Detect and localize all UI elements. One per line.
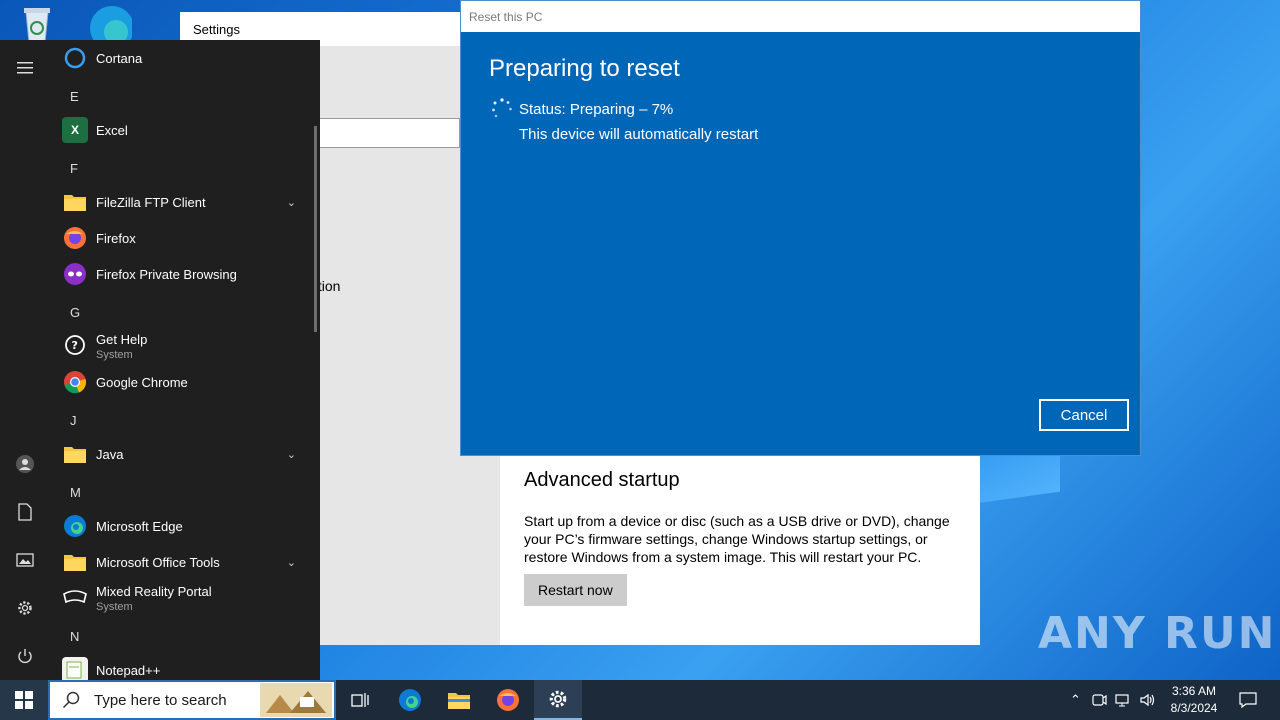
reset-pc-dialog: Reset this PC Preparing to reset Status:…	[460, 0, 1141, 456]
app-label: Excel	[96, 122, 128, 138]
letter-header-f[interactable]: F	[70, 161, 78, 176]
list-item-edge[interactable]: Microsoft Edge	[62, 508, 312, 544]
letter-header-n[interactable]: N	[70, 629, 79, 644]
clock-time: 3:36 AM	[1171, 684, 1217, 698]
list-item-chrome[interactable]: Google Chrome	[62, 364, 312, 400]
app-label: Firefox Private Browsing	[96, 266, 237, 282]
reset-dialog-titlebar[interactable]: Reset this PC	[461, 1, 1140, 32]
notepad-plus-plus-icon	[62, 657, 88, 680]
app-sublabel: System	[96, 348, 133, 361]
list-item-office-tools[interactable]: Microsoft Office Tools ⌄	[62, 544, 312, 580]
recycle-bin-icon[interactable]	[14, 4, 60, 44]
start-menu: Cortana E X Excel F FileZilla FTP Client…	[0, 40, 320, 680]
start-rail	[0, 40, 50, 680]
taskbar-search-box[interactable]: Type here to search	[48, 680, 336, 720]
reset-restart-message: This device will automatically restart	[519, 126, 759, 143]
excel-icon: X	[62, 117, 88, 143]
file-explorer-icon[interactable]	[435, 680, 483, 720]
settings-title: Settings	[193, 21, 240, 37]
app-label: Java	[96, 446, 124, 462]
watermark-text: ANY RUN	[1038, 608, 1277, 659]
mixed-reality-icon	[62, 585, 88, 611]
folder-icon	[62, 441, 88, 467]
task-view-icon[interactable]	[336, 680, 384, 720]
app-label: Google Chrome	[96, 374, 188, 390]
anyrun-watermark: ANY RUN	[1038, 608, 1277, 659]
app-label: Microsoft Office Tools	[96, 554, 220, 570]
volume-icon[interactable]	[1139, 692, 1157, 708]
get-help-icon: ?	[62, 333, 88, 359]
edge-desktop-icon[interactable]	[86, 2, 132, 42]
hamburger-menu-icon[interactable]	[15, 58, 35, 78]
chevron-down-icon[interactable]: ⌄	[287, 196, 296, 209]
start-menu-scrollbar[interactable]	[314, 126, 317, 332]
chrome-icon	[62, 369, 88, 395]
list-item-excel[interactable]: X Excel	[62, 112, 312, 148]
letter-header-g[interactable]: G	[70, 305, 80, 320]
cancel-button[interactable]: Cancel	[1039, 399, 1129, 431]
edge-icon	[62, 513, 88, 539]
app-label: Microsoft Edge	[96, 518, 183, 534]
folder-icon	[62, 189, 88, 215]
app-label: Notepad++	[96, 662, 161, 678]
restart-now-button[interactable]: Restart now	[524, 574, 627, 606]
system-tray: ⌃	[1070, 680, 1157, 720]
cortana-icon	[62, 45, 88, 71]
letter-header-j[interactable]: J	[70, 413, 77, 428]
letter-header-m[interactable]: M	[70, 485, 81, 500]
search-highlight-image	[260, 683, 332, 717]
search-placeholder: Type here to search	[94, 691, 227, 709]
chevron-down-icon[interactable]: ⌄	[287, 448, 296, 461]
list-item-filezilla[interactable]: FileZilla FTP Client ⌄	[62, 184, 312, 220]
taskbar-clock[interactable]: 3:36 AM 8/3/2024	[1168, 683, 1220, 717]
list-item-mixed-reality[interactable]: Mixed Reality Portal System	[62, 580, 312, 616]
user-icon[interactable]	[15, 454, 35, 474]
reset-dialog-title: Reset this PC	[469, 10, 543, 24]
network-icon[interactable]	[1115, 692, 1131, 708]
reset-heading: Preparing to reset	[489, 55, 680, 82]
list-item-get-help[interactable]: ? Get Help System	[62, 328, 312, 364]
action-center-icon[interactable]	[1224, 680, 1272, 720]
svg-text:?: ?	[72, 339, 78, 352]
app-label: Firefox	[96, 230, 136, 246]
list-item-java[interactable]: Java ⌄	[62, 436, 312, 472]
search-icon	[62, 691, 80, 709]
show-hidden-icons-chevron-icon[interactable]: ⌃	[1070, 692, 1081, 708]
meet-now-icon[interactable]	[1091, 692, 1107, 708]
taskbar: Type here to search ⌃ 3:36 AM 8/3/2024	[0, 680, 1280, 720]
power-icon[interactable]	[15, 646, 35, 666]
settings-taskbar-icon[interactable]	[534, 680, 582, 720]
pictures-icon[interactable]	[15, 550, 35, 570]
list-item-firefox[interactable]: Firefox	[62, 220, 312, 256]
app-label: Get Help	[96, 331, 148, 347]
loading-spinner-icon	[492, 98, 512, 118]
firefox-taskbar-icon[interactable]	[484, 680, 532, 720]
documents-icon[interactable]	[15, 502, 35, 522]
firefox-icon	[62, 225, 88, 251]
folder-icon	[62, 549, 88, 575]
firefox-private-icon	[62, 261, 88, 287]
app-label: Cortana	[96, 50, 143, 66]
start-button[interactable]	[0, 680, 48, 720]
advanced-startup-description: Start up from a device or disc (such as …	[524, 513, 950, 565]
edge-taskbar-icon[interactable]	[386, 680, 434, 720]
advanced-startup-section: Advanced startup Start up from a device …	[500, 455, 980, 645]
list-item-cortana[interactable]: Cortana	[62, 40, 312, 76]
reset-status-text: Status: Preparing – 7%	[519, 101, 674, 118]
clock-date: 8/3/2024	[1170, 701, 1218, 715]
list-item-notepad-plus-plus[interactable]: Notepad++	[62, 652, 312, 680]
app-sublabel: System	[96, 600, 133, 613]
advanced-startup-title: Advanced startup	[524, 469, 680, 491]
letter-header-e[interactable]: E	[70, 89, 79, 104]
list-item-firefox-private[interactable]: Firefox Private Browsing	[62, 256, 312, 292]
app-label: FileZilla FTP Client	[96, 194, 206, 210]
chevron-down-icon[interactable]: ⌄	[287, 556, 296, 569]
settings-icon[interactable]	[15, 598, 35, 618]
app-label: Mixed Reality Portal	[96, 583, 212, 599]
windows-logo-icon	[15, 691, 33, 709]
